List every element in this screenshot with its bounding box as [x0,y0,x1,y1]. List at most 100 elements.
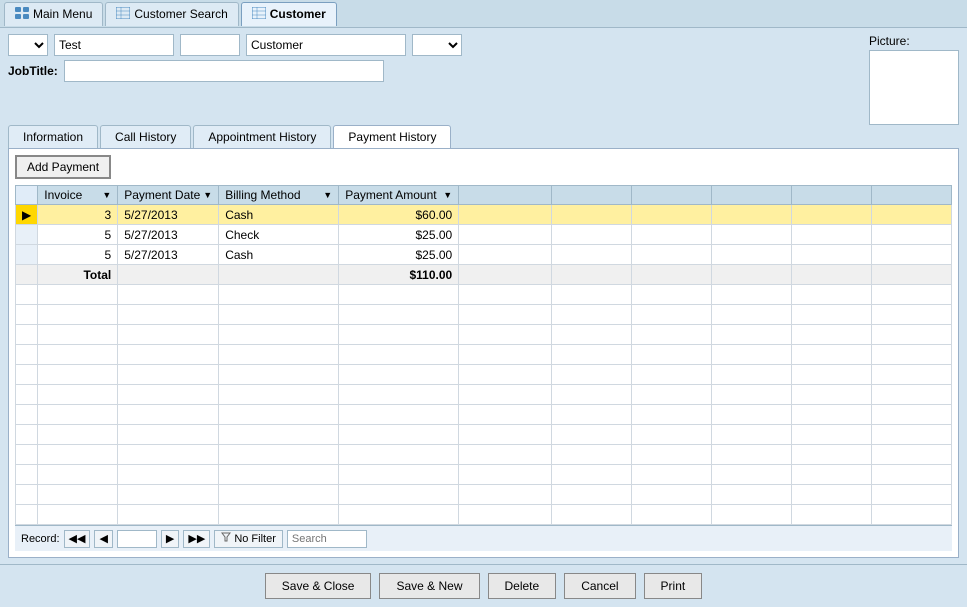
tab-information-label: Information [23,130,83,144]
empty-row [16,305,952,325]
tab-customer-search[interactable]: Customer Search [105,2,238,26]
method-cell-2: Check [219,225,339,245]
print-button[interactable]: Print [644,573,703,599]
extra-3-2 [552,245,632,265]
extra-2-6 [872,225,952,245]
invoice-cell-2: 5 [38,225,118,245]
jobtitle-input[interactable] [64,60,384,82]
empty-row [16,365,952,385]
last-name-input[interactable]: Customer [246,34,406,56]
prefix-dropdown[interactable] [8,34,48,56]
method-cell-3: Cash [219,245,339,265]
nav-prev-button[interactable]: ◀ [94,530,112,548]
picture-frame [869,50,959,125]
row-indicator-3 [16,245,38,265]
amount-cell-2: $25.00 [339,225,459,245]
invoice-cell-1: 3 [38,205,118,225]
tab-customer-search-label: Customer Search [134,7,227,21]
date-cell-1: 5/27/2013 [118,205,219,225]
jobtitle-label: JobTitle: [8,64,58,78]
total-date [118,265,219,285]
record-nav: Record: ◀◀ ◀ ▶ ▶▶ No Filter [15,525,952,551]
no-filter-label: No Filter [234,533,276,545]
extra-1-5 [792,205,872,225]
empty-row [16,485,952,505]
form-area: Test Customer JobTitle: [8,34,869,125]
extra-2-5 [792,225,872,245]
empty-row [16,345,952,365]
nav-last-button[interactable]: ▶▶ [183,530,210,548]
tab-payment-history[interactable]: Payment History [333,125,451,148]
add-payment-button[interactable]: Add Payment [15,155,111,179]
search-input[interactable] [287,530,367,548]
tab-main-menu[interactable]: Main Menu [4,2,103,26]
cancel-button[interactable]: Cancel [564,573,635,599]
picture-box: Picture: [869,34,959,125]
row-indicator-2 [16,225,38,245]
extra-header-6 [872,186,952,205]
table-icon [116,7,130,22]
invoice-col-header[interactable]: Invoice ▼ [38,186,118,205]
grid-icon [15,7,29,22]
first-name-input[interactable]: Test [54,34,174,56]
main-content: Test Customer JobTitle: Picture: Informa… [0,28,967,564]
payment-history-panel: Add Payment Invoice ▼ Payment Date ▼ [8,148,959,558]
delete-button[interactable]: Delete [488,573,557,599]
amount-cell-1: $60.00 [339,205,459,225]
customer-header: Test Customer [8,34,869,56]
amount-col-header[interactable]: Payment Amount ▼ [339,186,459,205]
save-new-button[interactable]: Save & New [379,573,479,599]
no-filter-button[interactable]: No Filter [214,530,283,548]
table-row[interactable]: 5 5/27/2013 Cash $25.00 [16,245,952,265]
date-cell-2: 5/27/2013 [118,225,219,245]
date-sort-icon: ▼ [203,190,212,200]
total-label: Total [38,265,118,285]
extra-1-2 [552,205,632,225]
tab-appointment-history[interactable]: Appointment History [193,125,331,148]
tab-customer-label: Customer [270,7,326,21]
tab-call-history[interactable]: Call History [100,125,191,148]
table-row[interactable]: ▶ 3 5/27/2013 Cash $60.00 [16,205,952,225]
bottom-bar: Save & Close Save & New Delete Cancel Pr… [0,564,967,607]
extra-2-4 [712,225,792,245]
extra-2-2 [552,225,632,245]
table-row[interactable]: 5 5/27/2013 Check $25.00 [16,225,952,245]
extra-1-3 [632,205,712,225]
date-col-header[interactable]: Payment Date ▼ [118,186,219,205]
total-extra-2 [552,265,632,285]
empty-row [16,325,952,345]
tab-call-history-label: Call History [115,130,176,144]
method-col-header[interactable]: Billing Method ▼ [219,186,339,205]
total-extra-3 [632,265,712,285]
extra-3-1 [459,245,552,265]
inner-tabs: Information Call History Appointment His… [8,125,959,148]
total-extra-6 [872,265,952,285]
nav-next-button[interactable]: ▶ [161,530,179,548]
total-indicator [16,265,38,285]
invoice-cell-3: 5 [38,245,118,265]
nav-first-button[interactable]: ◀◀ [64,530,91,548]
row-indicator-1: ▶ [16,205,38,225]
extra-header-3 [632,186,712,205]
total-extra-5 [792,265,872,285]
tab-main-menu-label: Main Menu [33,7,92,21]
method-cell-1: Cash [219,205,339,225]
middle-name-input[interactable] [180,34,240,56]
extra-3-5 [792,245,872,265]
tab-information[interactable]: Information [8,125,98,148]
save-close-button[interactable]: Save & Close [265,573,372,599]
empty-row [16,405,952,425]
suffix-dropdown[interactable] [412,34,462,56]
extra-header-5 [792,186,872,205]
table-icon-2 [252,7,266,22]
total-extra-1 [459,265,552,285]
extra-1-1 [459,205,552,225]
empty-row [16,465,952,485]
record-nav-label: Record: [21,533,60,545]
tab-customer[interactable]: Customer [241,2,337,26]
record-number-input[interactable] [117,530,157,548]
extra-1-4 [712,205,792,225]
empty-row [16,445,952,465]
tab-appointment-history-label: Appointment History [208,130,316,144]
total-method [219,265,339,285]
